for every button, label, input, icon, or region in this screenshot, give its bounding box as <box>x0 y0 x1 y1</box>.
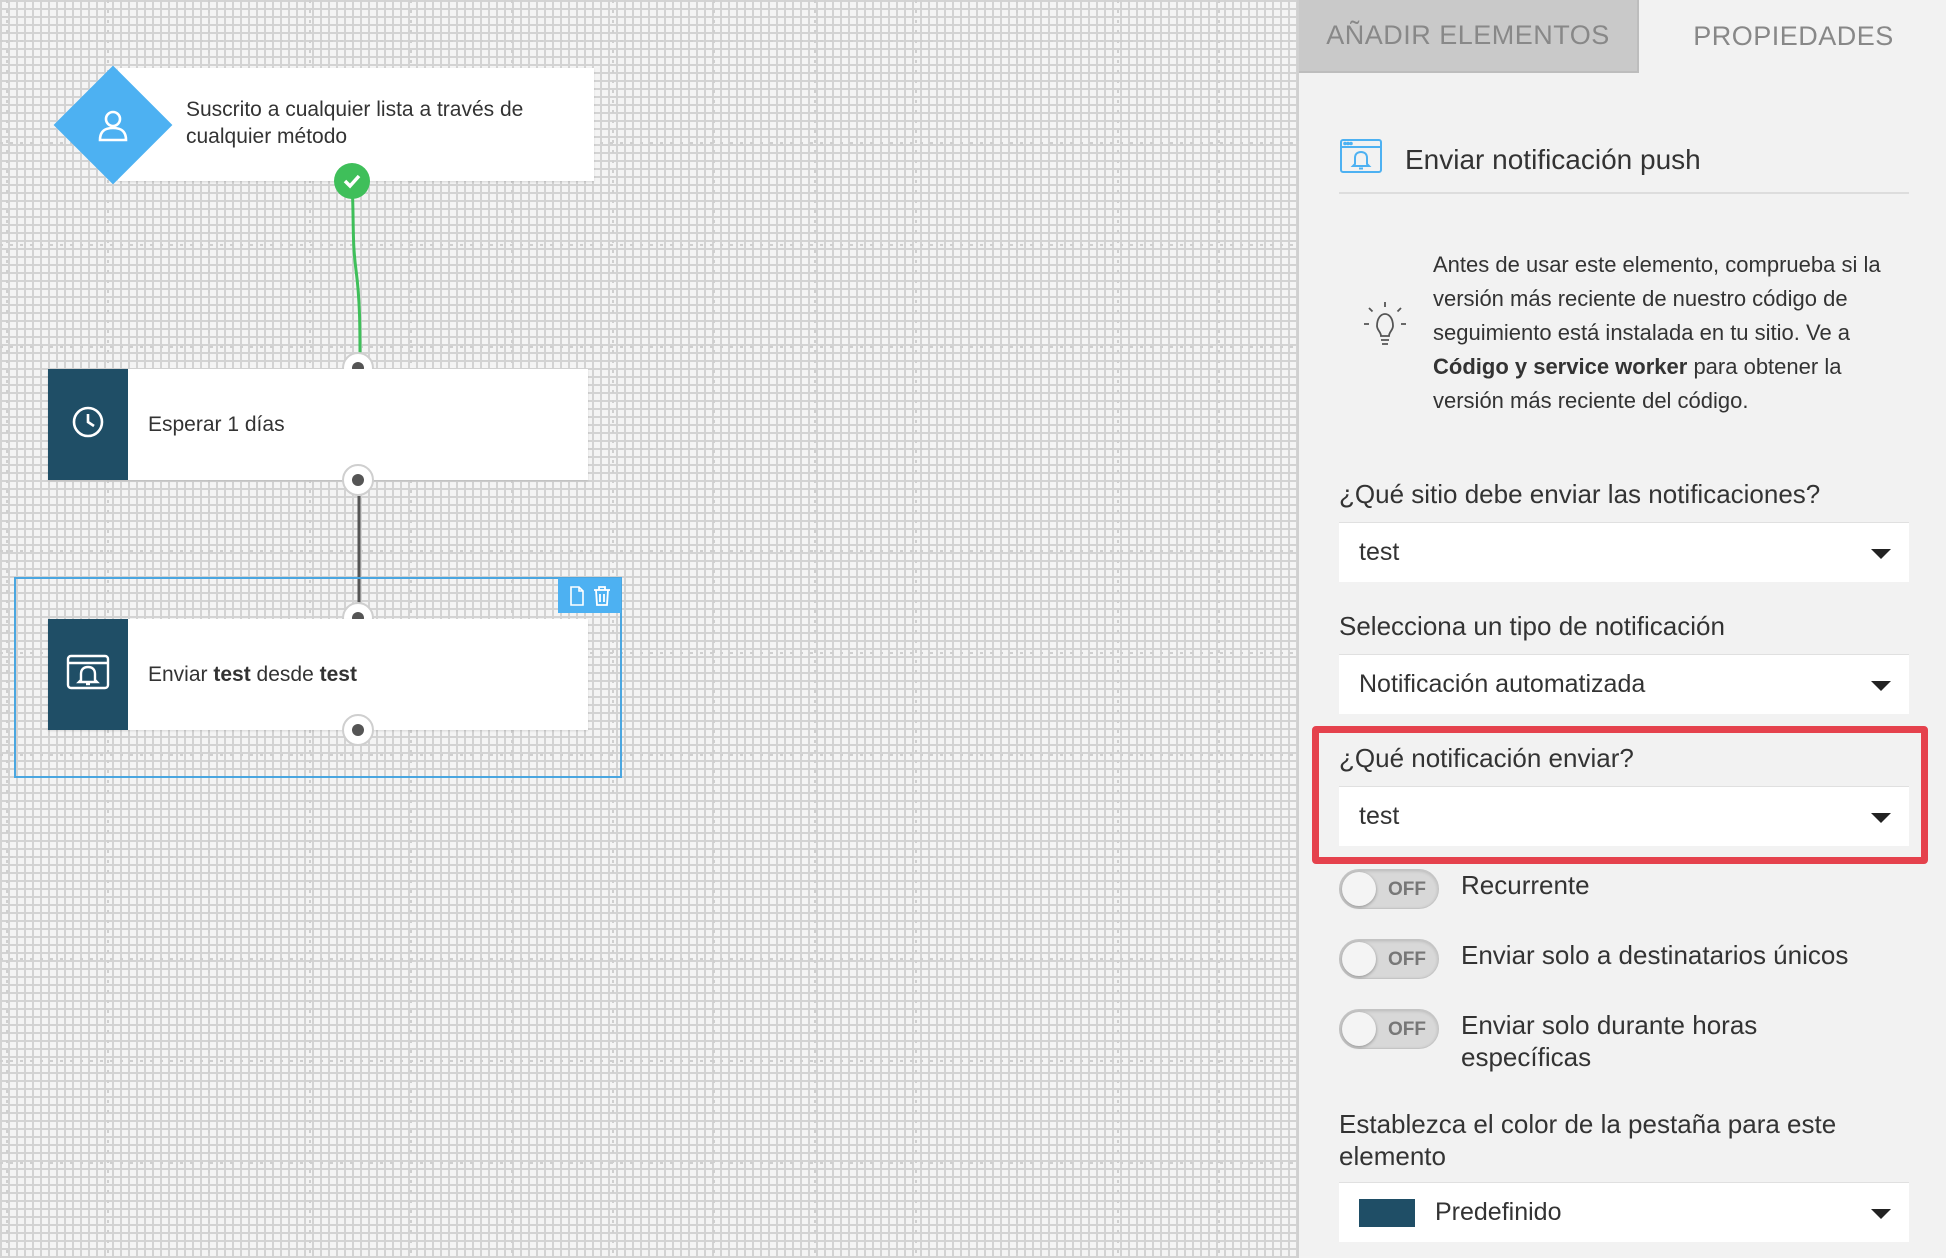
toggle-knob <box>1342 872 1376 906</box>
wait-node-text: Esperar 1 días <box>148 413 285 436</box>
properties-panel: AÑADIR ELEMENTOS PROPIEDADES Enviar noti… <box>1297 0 1946 1258</box>
chevron-down-icon <box>1871 681 1891 691</box>
recurring-toggle[interactable]: OFF <box>1339 869 1439 909</box>
specific-hours-toggle-label: Enviar solo durante horas específicas <box>1461 1010 1758 1072</box>
user-icon <box>84 96 142 154</box>
unique-recipients-toggle[interactable]: OFF <box>1339 939 1439 979</box>
workflow-canvas[interactable]: Suscrito a cualquier lista a través de c… <box>0 0 1297 1258</box>
push-node-icon-box <box>48 619 128 730</box>
clock-icon <box>71 405 105 444</box>
lightbulb-icon <box>1363 300 1407 355</box>
tracking-code-tip: Antes de usar este elemento, comprueba s… <box>1433 248 1913 418</box>
chevron-down-icon <box>1871 549 1891 559</box>
notification-type-select[interactable]: Notificación automatizada <box>1339 654 1909 714</box>
tab-properties[interactable]: PROPIEDADES <box>1639 0 1946 73</box>
toggle-state: OFF <box>1388 949 1426 970</box>
push-node-text-prefix: Enviar <box>148 663 214 686</box>
push-node[interactable]: Enviar test desde test <box>48 619 588 730</box>
toggle-row-hours: OFF Enviar solo durante horas específica… <box>1339 1009 1841 1073</box>
panel-title: Enviar notificación push <box>1405 144 1701 175</box>
toggle-row-recurring: OFF Recurrente <box>1339 869 1590 909</box>
push-notification-icon <box>1339 138 1383 179</box>
wait-node[interactable]: Esperar 1 días <box>48 369 588 480</box>
success-check-icon <box>334 163 370 199</box>
color-swatch <box>1359 1198 1415 1227</box>
site-field-label: ¿Qué sitio debe enviar las notificacione… <box>1339 479 1821 509</box>
notification-type-label: Selecciona un tipo de notificación <box>1339 611 1725 641</box>
push-notification-icon <box>66 654 110 695</box>
tip-text-before: Antes de usar este elemento, comprueba s… <box>1433 252 1881 345</box>
node-toolbar <box>558 578 621 613</box>
push-node-output-connector[interactable] <box>342 714 374 746</box>
recurring-toggle-label: Recurrente <box>1461 870 1590 900</box>
toggle-state: OFF <box>1388 1019 1426 1040</box>
unique-recipients-toggle-label: Enviar solo a destinatarios únicos <box>1461 940 1849 970</box>
chevron-down-icon <box>1871 1209 1891 1219</box>
tab-color-value: Predefinido <box>1435 1198 1562 1226</box>
push-node-text: Enviar test desde test <box>148 661 357 688</box>
site-select[interactable]: test <box>1339 522 1909 582</box>
push-node-text-notification: test <box>213 663 251 686</box>
site-select-value: test <box>1359 538 1400 566</box>
tab-add-elements[interactable]: AÑADIR ELEMENTOS <box>1299 0 1639 73</box>
toggle-knob <box>1342 1012 1376 1046</box>
toggle-knob <box>1342 942 1376 976</box>
trigger-wait-connector <box>350 181 362 356</box>
tip-text-link: Código y service worker <box>1433 354 1688 379</box>
specific-hours-toggle[interactable]: OFF <box>1339 1009 1439 1049</box>
push-node-text-middle: desde <box>250 663 320 686</box>
tab-color-select[interactable]: Predefinido <box>1339 1182 1909 1242</box>
copy-icon[interactable] <box>565 582 589 610</box>
wait-node-icon-box <box>48 369 128 480</box>
panel-header: Enviar notificación push <box>1339 132 1909 194</box>
trash-icon[interactable] <box>590 582 614 610</box>
toggle-row-unique: OFF Enviar solo a destinatarios únicos <box>1339 939 1848 979</box>
notification-type-value: Notificación automatizada <box>1359 670 1646 698</box>
tab-color-label: Establezca el color de la pestaña para e… <box>1339 1109 1837 1171</box>
wait-node-output-connector[interactable] <box>342 464 374 496</box>
trigger-node-text: Suscrito a cualquier lista a través de c… <box>186 98 524 148</box>
toggle-state: OFF <box>1388 879 1426 900</box>
push-node-text-site: test <box>319 663 357 686</box>
highlight-box <box>1312 726 1928 864</box>
